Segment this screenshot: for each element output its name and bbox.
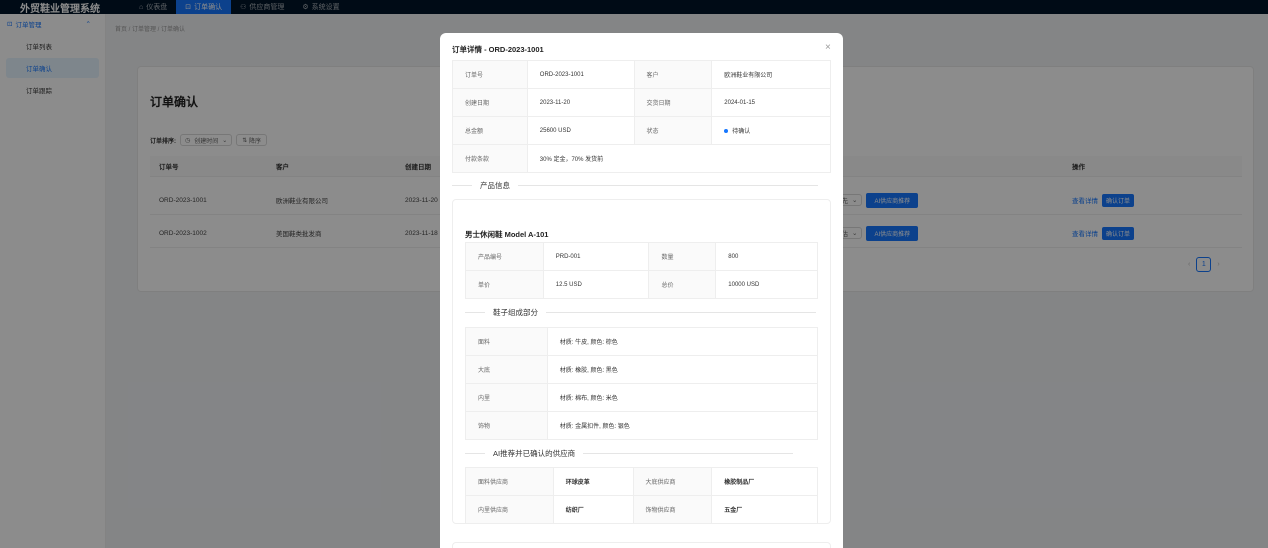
order-detail-table: 订单号 ORD-2023-1001 客户 欧洲鞋业有限公司 创建日期 2023-…	[452, 60, 832, 173]
supplier-label: 大底供应商	[632, 467, 713, 496]
close-icon[interactable]: ×	[825, 42, 831, 53]
next-product-card	[452, 542, 831, 548]
component-part: 内里	[465, 383, 548, 412]
detail-label: 总金额	[452, 116, 528, 145]
status-text: 待确认	[732, 129, 751, 135]
detail-value: 欧洲鞋业有限公司	[711, 60, 831, 89]
supplier-value: 环球皮革	[552, 467, 634, 496]
product-label: 数量	[648, 242, 717, 271]
modal-title: 订单详情 - ORD-2023-1001	[452, 45, 544, 54]
detail-value: ORD-2023-1001	[526, 60, 635, 89]
component-part: 饰物	[465, 411, 548, 440]
product-label: 产品编号	[465, 242, 544, 271]
divider-line	[546, 312, 816, 313]
status-badge: 待确认	[711, 116, 831, 145]
detail-value: 25600 USD	[526, 116, 635, 145]
supplier-divider: AI推荐并已确认的供应商	[465, 448, 794, 459]
supplier-value: 橡胶制品厂	[711, 467, 818, 496]
components-table: 面料 材质: 牛皮, 颜色: 棕色 大底 材质: 橡胶, 颜色: 黑色 内里 材质: …	[465, 327, 819, 440]
supplier-label: 饰物供应商	[632, 495, 713, 524]
section-title: 鞋子组成部分	[493, 308, 538, 317]
product-value: PRD-001	[542, 242, 650, 271]
supplier-value: 五金厂	[711, 495, 818, 524]
component-desc: 材质: 棉布, 颜色: 米色	[546, 383, 819, 412]
component-desc: 材质: 橡胶, 颜色: 黑色	[546, 355, 819, 384]
detail-value: 30% 定金，70% 发货前	[526, 144, 832, 173]
product-name: 男士休闲鞋 Model A-101	[465, 230, 549, 239]
supplier-value: 纺织厂	[552, 495, 634, 524]
detail-value: 2023-11-20	[526, 88, 635, 117]
component-desc: 材质: 金属扣件, 颜色: 银色	[546, 411, 819, 440]
product-value: 10000 USD	[715, 270, 818, 299]
detail-label: 交货日期	[633, 88, 713, 117]
product-card: 男士休闲鞋 Model A-101 产品编号 PRD-001 数量 800 单价…	[452, 199, 831, 524]
detail-label: 状态	[633, 116, 713, 145]
product-label: 单价	[465, 270, 544, 299]
supplier-label: 内里供应商	[465, 495, 554, 524]
status-dot-icon	[724, 129, 729, 134]
product-value: 12.5 USD	[542, 270, 650, 299]
product-section-divider: 产品信息	[452, 180, 818, 191]
product-table: 产品编号 PRD-001 数量 800 单价 12.5 USD 总价 10000…	[465, 242, 818, 299]
divider-line	[583, 453, 794, 454]
detail-label: 客户	[633, 60, 713, 89]
detail-value: 2024-01-15	[711, 88, 831, 117]
section-title: AI推荐并已确认的供应商	[493, 449, 576, 458]
components-divider: 鞋子组成部分	[465, 307, 816, 318]
detail-label: 付款条款	[452, 144, 528, 173]
divider-line	[518, 185, 818, 186]
supplier-label: 面料供应商	[465, 467, 554, 496]
detail-label: 创建日期	[452, 88, 528, 117]
component-part: 面料	[465, 327, 548, 356]
section-title: 产品信息	[480, 181, 510, 190]
detail-label: 订单号	[452, 60, 528, 89]
component-desc: 材质: 牛皮, 颜色: 棕色	[546, 327, 819, 356]
component-part: 大底	[465, 355, 548, 384]
divider-line	[465, 453, 485, 454]
divider-line	[452, 185, 472, 186]
divider-line	[465, 312, 485, 313]
product-value: 800	[715, 242, 818, 271]
product-label: 总价	[648, 270, 717, 299]
order-detail-modal: 订单详情 - ORD-2023-1001 × 订单号 ORD-2023-1001…	[440, 33, 843, 548]
supplier-table: 面料供应商 环球皮革 大底供应商 橡胶制品厂 内里供应商 纺织厂 饰物供应商 五…	[465, 467, 818, 524]
